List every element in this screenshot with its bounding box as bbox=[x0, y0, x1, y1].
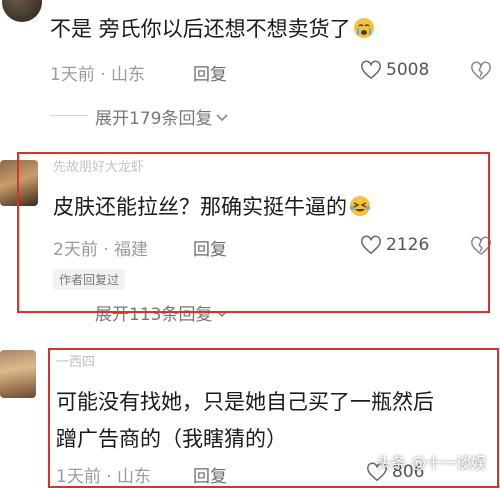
expand-replies-label: 展开179条回复 bbox=[95, 109, 213, 129]
dislike-icon[interactable] bbox=[470, 60, 492, 82]
watermark: 头条 @十一谈娱 bbox=[376, 454, 486, 472]
like-button[interactable]: 5008 bbox=[360, 59, 429, 81]
comment-text: 不是 旁氏你以后还想不想卖货了 bbox=[50, 14, 375, 44]
expand-replies-link[interactable]: 展开179条回复 bbox=[95, 104, 230, 129]
chevron-down-icon bbox=[216, 113, 229, 121]
crying-face-icon bbox=[353, 17, 375, 39]
heart-icon bbox=[361, 60, 381, 80]
like-count: 5008 bbox=[386, 60, 430, 80]
avatar[interactable] bbox=[2, 0, 42, 22]
divider bbox=[50, 115, 88, 116]
reply-button[interactable]: 回复 bbox=[193, 60, 227, 85]
avatar[interactable] bbox=[0, 350, 36, 398]
comment-meta: 1天前 · 山东 bbox=[50, 65, 146, 85]
highlight-box bbox=[17, 152, 490, 313]
